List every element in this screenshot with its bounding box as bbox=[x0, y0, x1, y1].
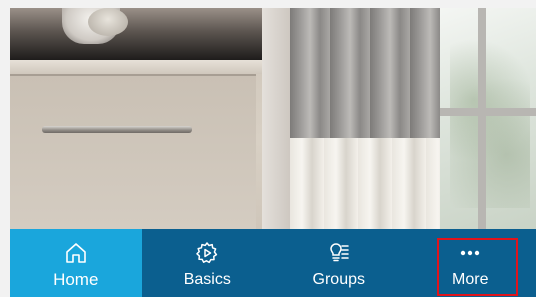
home-icon bbox=[65, 243, 86, 263]
nav-item-more[interactable]: More bbox=[405, 229, 536, 297]
nav-item-home[interactable]: Home bbox=[10, 229, 142, 297]
nav-label-basics: Basics bbox=[183, 271, 231, 288]
nav-item-basics[interactable]: Basics bbox=[142, 229, 274, 297]
more-dots-icon bbox=[461, 250, 480, 256]
lightbulb-list-icon bbox=[329, 243, 349, 262]
nav-label-more: More bbox=[452, 271, 489, 288]
bottom-navigation: Home Basics Groups More bbox=[10, 229, 536, 297]
hero-image bbox=[10, 8, 536, 229]
nav-label-groups: Groups bbox=[312, 271, 365, 288]
gear-play-icon bbox=[196, 242, 218, 264]
nav-label-home: Home bbox=[53, 270, 99, 289]
nav-item-groups[interactable]: Groups bbox=[273, 229, 405, 297]
